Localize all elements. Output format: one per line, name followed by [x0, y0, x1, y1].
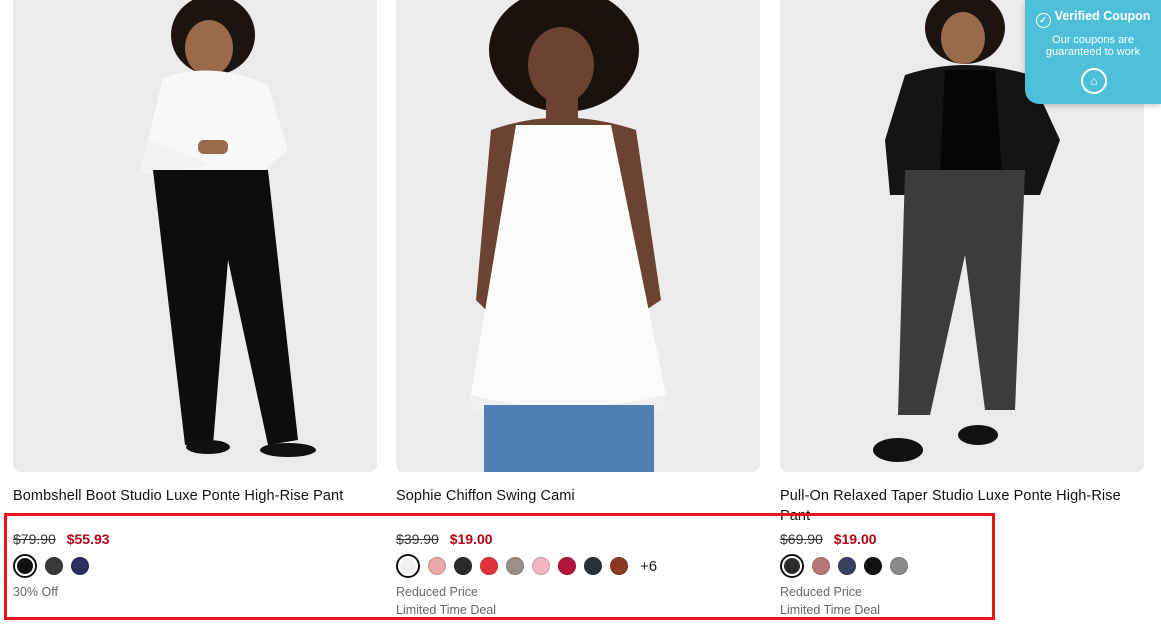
product-card[interactable]: Bombshell Boot Studio Luxe Ponte High-Ri…	[13, 0, 377, 599]
product-image[interactable]	[396, 0, 760, 472]
product-name[interactable]: Bombshell Boot Studio Luxe Ponte High-Ri…	[13, 486, 383, 506]
coupon-title: ✓ Verified Coupon	[1025, 9, 1161, 28]
model-in-black-pants-illustration	[13, 0, 377, 472]
highlight-box	[4, 513, 995, 620]
product-name[interactable]: Sophie Chiffon Swing Cami	[396, 486, 766, 506]
coupon-subtitle: Our coupons are guaranteed to work	[1045, 34, 1141, 58]
verified-coupon-badge[interactable]: ✓ Verified Coupon Our coupons are guarant…	[1025, 0, 1161, 104]
product-card[interactable]: Sophie Chiffon Swing Cami $39.90 $19.00 …	[396, 0, 760, 617]
check-circle-icon: ✓	[1035, 13, 1051, 28]
model-in-white-cami-illustration	[396, 0, 760, 472]
coupon-badge-icon[interactable]: ⌂	[1081, 68, 1107, 94]
coupon-title-text: Verified Coupon	[1054, 9, 1151, 23]
product-image[interactable]	[13, 0, 377, 472]
